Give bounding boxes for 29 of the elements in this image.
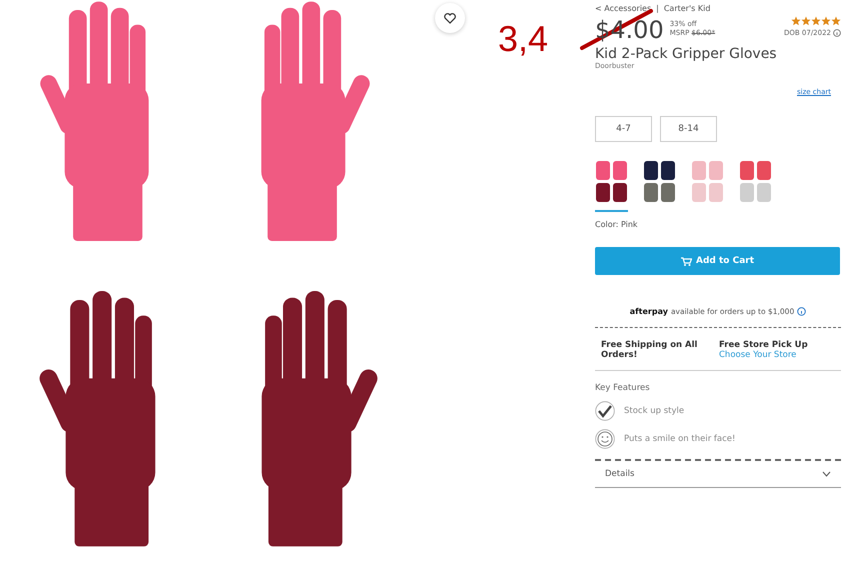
breadcrumb-separator: | — [656, 4, 659, 14]
smiley-icon — [595, 429, 615, 449]
size-option[interactable]: 8-14 — [660, 116, 717, 142]
star-icon — [821, 16, 831, 26]
star-icon — [831, 16, 841, 26]
favorite-button[interactable] — [435, 3, 465, 33]
heart-icon — [444, 12, 456, 24]
product-title: Kid 2-Pack Gripper Gloves — [595, 46, 778, 62]
store-pickup-title: Free Store Pick Up — [719, 340, 808, 350]
key-features-title: Key Features — [595, 383, 651, 393]
star-icon — [811, 16, 821, 26]
info-icon — [833, 29, 841, 37]
details-toggle[interactable]: Details — [595, 459, 841, 488]
annotation-text: 3,4 — [498, 18, 548, 59]
feature-text: Puts a smile on their face! — [624, 434, 736, 444]
size-option[interactable]: 4-7 — [595, 116, 652, 142]
breadcrumb-link[interactable]: < Accessories — [595, 4, 652, 14]
info-icon[interactable] — [797, 307, 806, 316]
afterpay-logo: afterpay — [630, 307, 668, 316]
cart-icon — [680, 256, 692, 266]
color-swatch[interactable] — [595, 160, 628, 212]
checkmark-icon — [595, 401, 615, 421]
star-icon — [801, 16, 811, 26]
free-shipping-text: Free Shipping on All Orders! — [601, 340, 698, 360]
star-icon — [791, 16, 801, 26]
breadcrumb-link[interactable]: Carter's Kid — [664, 4, 710, 14]
color-label: Color: Pink — [595, 220, 639, 229]
feature-text: Stock up style — [624, 406, 684, 416]
chevron-icon — [822, 471, 831, 477]
